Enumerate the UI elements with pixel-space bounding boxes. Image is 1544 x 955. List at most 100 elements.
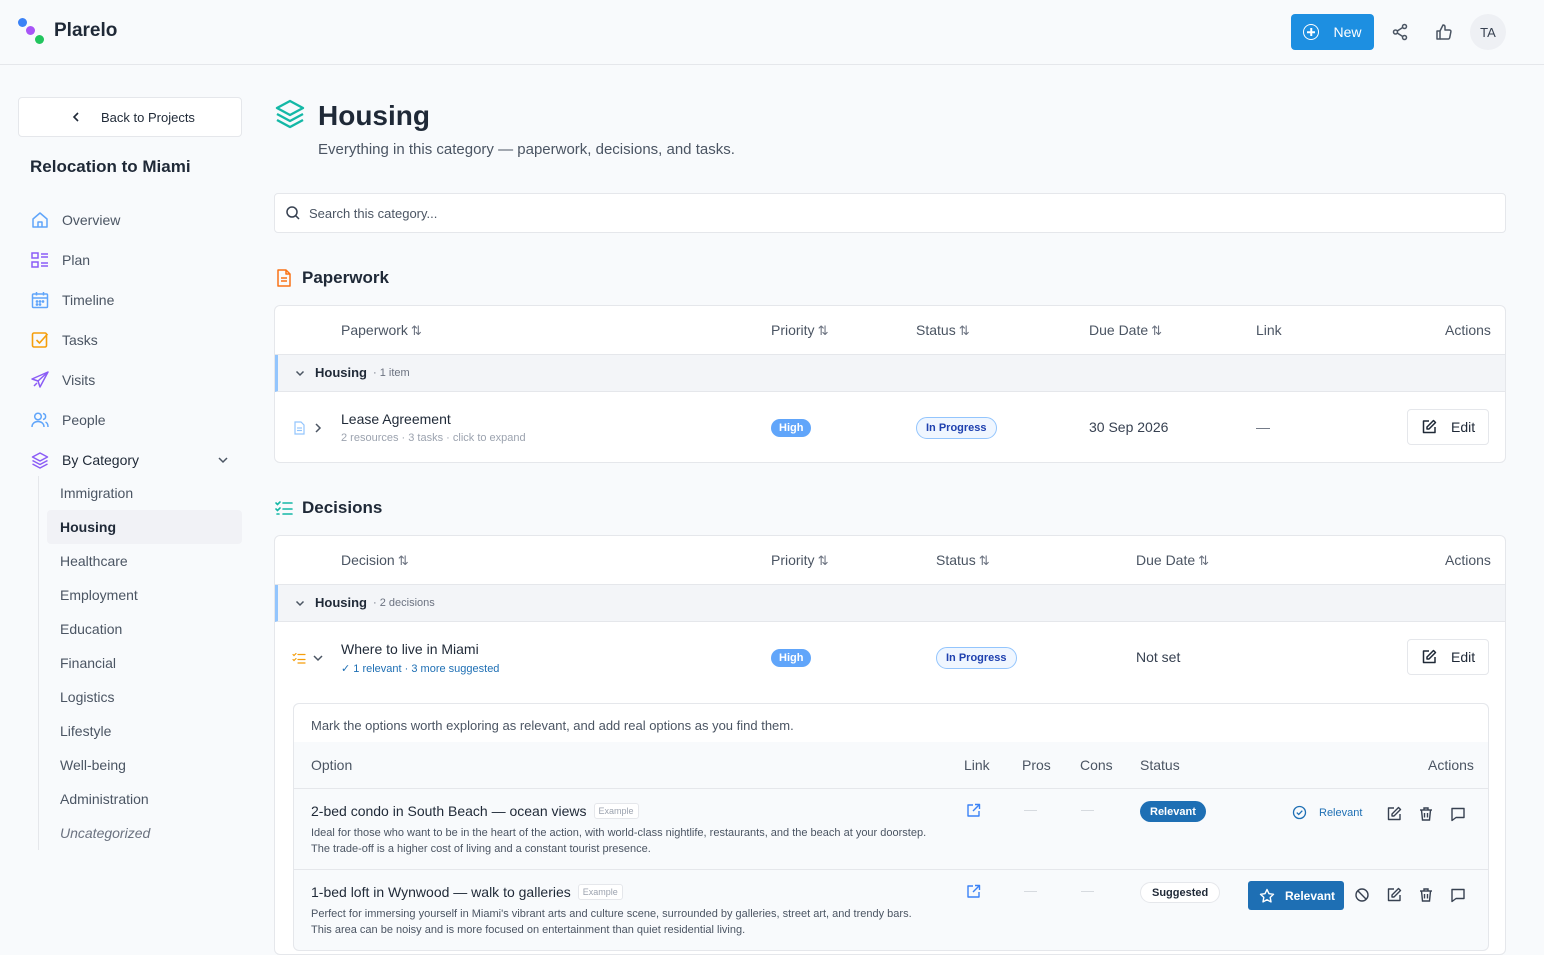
column-header-paperwork[interactable]: Paperwork ⇅ [341, 322, 422, 339]
category-item-lifestyle[interactable]: Lifestyle [39, 714, 242, 748]
external-link-icon[interactable] [966, 884, 981, 899]
table-row[interactable]: Where to live in Miami ✓ 1 relevant · 3 … [275, 622, 1505, 694]
check-circle-icon [1292, 805, 1307, 820]
trash-icon[interactable] [1418, 806, 1434, 822]
category-item-uncategorized[interactable]: Uncategorized [39, 816, 242, 850]
priority-badge: High [771, 419, 812, 437]
category-item-education[interactable]: Education [39, 612, 242, 646]
search-icon [286, 206, 300, 220]
column-header-link: Link [1256, 322, 1282, 338]
thumbs-up-icon[interactable] [1434, 22, 1454, 42]
sidebar-item-people[interactable]: People [30, 400, 242, 440]
column-label: Priority [771, 322, 815, 338]
paperwork-table: Paperwork ⇅ Priority ⇅ Status ⇅ Due Date ⇅ L… [274, 305, 1506, 463]
row-title[interactable]: Lease Agreement [341, 411, 451, 427]
relevant-toggle[interactable]: Relevant [1292, 805, 1362, 820]
category-item-well-being[interactable]: Well-being [39, 748, 242, 782]
group-count: · 1 item [373, 367, 410, 379]
search-input[interactable] [309, 205, 1209, 221]
column-header-decision[interactable]: Decision ⇅ [341, 552, 409, 569]
status-badge: In Progress [916, 417, 997, 439]
edit-button[interactable]: Edit [1407, 409, 1489, 445]
new-button[interactable]: New [1291, 14, 1374, 50]
external-link-icon[interactable] [966, 803, 981, 818]
sidebar-item-label: Tasks [62, 332, 98, 348]
pros-value: — [1024, 883, 1037, 898]
sidebar-item-plan[interactable]: Plan [30, 240, 242, 280]
column-label: Priority [771, 552, 815, 568]
column-header-due-date[interactable]: Due Date ⇅ [1136, 552, 1209, 569]
plus-circle-icon [1303, 24, 1320, 40]
row-title[interactable]: Where to live in Miami [341, 641, 479, 657]
logo-icon [18, 18, 48, 48]
user-avatar[interactable]: TA [1470, 14, 1506, 50]
chevron-down-icon[interactable] [294, 597, 306, 609]
sidebar-item-timeline[interactable]: Timeline [30, 280, 242, 320]
block-icon[interactable] [1354, 887, 1370, 903]
table-row[interactable]: Lease Agreement 2 resources · 3 tasks · … [275, 392, 1505, 464]
page-subtitle: Everything in this category — paperwork,… [318, 141, 735, 158]
decisions-table: Decision ⇅ Priority ⇅ Status ⇅ Due Date ⇅ Ac… [274, 535, 1506, 955]
option-title-text: 2-bed condo in South Beach — ocean views [311, 803, 587, 819]
checkbox-icon [31, 332, 49, 348]
chevron-down-icon[interactable] [216, 453, 230, 467]
chevron-down-icon[interactable] [294, 367, 306, 379]
column-header-cons: Cons [1080, 757, 1113, 773]
sidebar-item-by-category[interactable]: By Category [30, 440, 242, 480]
column-header-actions: Actions [1445, 322, 1491, 338]
status-badge: Suggested [1140, 882, 1221, 903]
calendar-icon [31, 292, 49, 309]
category-item-immigration[interactable]: Immigration [39, 476, 242, 510]
example-tag: Example [577, 884, 623, 900]
chevron-down-icon[interactable] [312, 653, 324, 663]
column-header-priority[interactable]: Priority ⇅ [771, 552, 828, 569]
column-header-status[interactable]: Status ⇅ [916, 322, 970, 339]
sidebar-item-visits[interactable]: Visits [30, 360, 242, 400]
comment-icon[interactable] [1450, 887, 1466, 903]
edit-button-label: Edit [1451, 649, 1476, 665]
chevron-right-icon[interactable] [313, 422, 323, 434]
category-search[interactable] [274, 193, 1506, 233]
suggested-count[interactable]: 3 more suggested [411, 663, 499, 675]
category-item-healthcare[interactable]: Healthcare [39, 544, 242, 578]
group-count: · 2 decisions [373, 597, 435, 609]
group-row-housing[interactable]: Housing · 1 item [275, 355, 1505, 392]
column-header-status[interactable]: Status ⇅ [936, 552, 990, 569]
sidebar-item-overview[interactable]: Overview [30, 200, 242, 240]
category-item-administration[interactable]: Administration [39, 782, 242, 816]
cons-value: — [1081, 883, 1094, 898]
column-label: Paperwork [341, 322, 408, 338]
sidebar-item-label: Overview [62, 212, 121, 228]
category-item-employment[interactable]: Employment [39, 578, 242, 612]
option-title: 2-bed condo in South Beach — ocean views… [311, 803, 639, 819]
option-row: 2-bed condo in South Beach — ocean views… [294, 788, 1488, 869]
edit-button-label: Edit [1451, 419, 1476, 435]
mark-relevant-button[interactable]: Relevant [1248, 881, 1344, 910]
option-title: 1-bed loft in Wynwood — walk to gallerie… [311, 884, 623, 900]
mark-relevant-label: Relevant [1285, 888, 1336, 903]
relevant-count: ✓ 1 relevant [341, 663, 402, 675]
edit-button[interactable]: Edit [1407, 639, 1489, 675]
priority-badge: High [771, 649, 812, 667]
category-item-financial[interactable]: Financial [39, 646, 242, 680]
column-header-actions: Actions [1445, 552, 1491, 568]
checklist-icon [292, 652, 306, 664]
section-title-text: Paperwork [302, 268, 389, 287]
group-row-housing[interactable]: Housing · 2 decisions [275, 585, 1505, 622]
cons-value: — [1081, 802, 1094, 817]
share-icon[interactable] [1390, 22, 1410, 42]
column-header-due-date[interactable]: Due Date ⇅ [1089, 322, 1162, 339]
sidebar-item-tasks[interactable]: Tasks [30, 320, 242, 360]
meta-separator: · [401, 663, 412, 675]
category-item-housing[interactable]: Housing [47, 510, 242, 544]
edit-icon[interactable] [1386, 887, 1402, 903]
comment-icon[interactable] [1450, 806, 1466, 822]
edit-icon[interactable] [1386, 806, 1402, 822]
column-header-priority[interactable]: Priority ⇅ [771, 322, 828, 339]
back-to-projects-button[interactable]: Back to Projects [18, 97, 242, 137]
link-value: — [1256, 419, 1270, 435]
app-logo[interactable]: Plarelo [18, 18, 117, 48]
category-item-logistics[interactable]: Logistics [39, 680, 242, 714]
column-header-pros: Pros [1022, 757, 1051, 773]
trash-icon[interactable] [1418, 887, 1434, 903]
